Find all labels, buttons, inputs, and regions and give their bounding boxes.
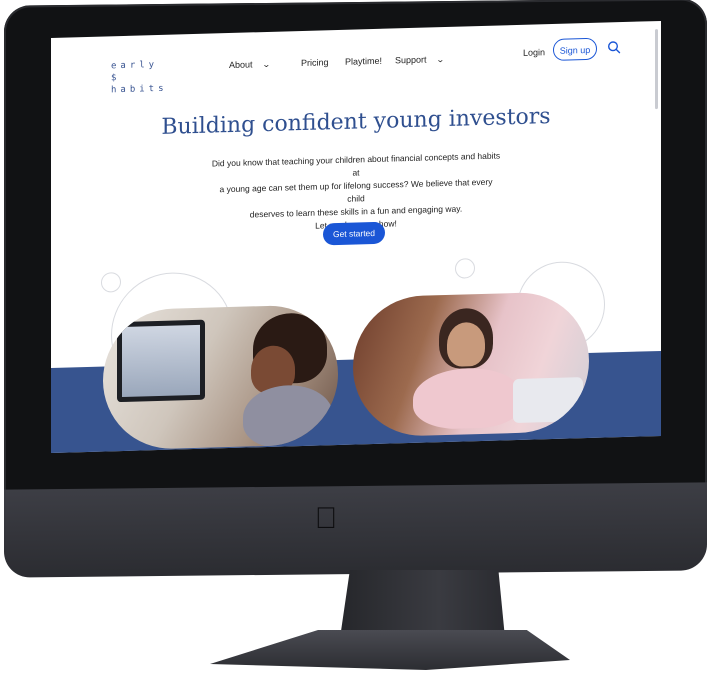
nav-playtime[interactable]: Playtime! — [345, 56, 382, 67]
photo-face — [447, 321, 485, 367]
monitor-base — [210, 630, 570, 670]
chevron-down-icon: ⌄ — [261, 59, 271, 70]
get-started-button[interactable]: Get started — [323, 221, 385, 246]
nav-support[interactable]: Support ⌄ — [395, 54, 445, 66]
signup-button[interactable]: Sign up — [553, 37, 597, 61]
photo-girl-headphones — [353, 290, 589, 438]
monitor-stand — [340, 570, 505, 638]
login-link[interactable]: Login — [523, 47, 545, 58]
nav-about[interactable]: About ⌄ — [229, 59, 271, 71]
decor-circle — [101, 272, 121, 293]
nav-pricing[interactable]: Pricing — [301, 57, 329, 68]
photo-monitor — [117, 319, 205, 403]
apple-logo-icon:  — [313, 503, 339, 535]
photo-girl-video-call — [103, 303, 338, 451]
nav-support-label: Support — [395, 54, 427, 66]
photo-sweater — [243, 384, 333, 449]
logo-line-1: early $ — [111, 60, 159, 84]
nav-playtime-label: Playtime! — [345, 55, 383, 67]
logo-line-2: habits — [111, 83, 168, 96]
search-icon[interactable] — [607, 40, 621, 54]
photo-sweater — [413, 366, 523, 430]
photo-laptop — [513, 377, 583, 424]
logo[interactable]: early $ habits — [111, 59, 171, 97]
chevron-down-icon: ⌄ — [435, 55, 445, 65]
website-screen: early $ habits About ⌄ Pricing Playtime! … — [51, 20, 661, 454]
decor-circle — [455, 258, 475, 279]
monitor-chin — [4, 482, 707, 578]
nav-pricing-label: Pricing — [301, 57, 329, 69]
imac-mockup:  early $ habits About ⌄ Pricing Playtime… — [0, 0, 710, 689]
hero-title: Building confident young investors — [161, 104, 551, 140]
nav-about-label: About — [229, 59, 253, 71]
